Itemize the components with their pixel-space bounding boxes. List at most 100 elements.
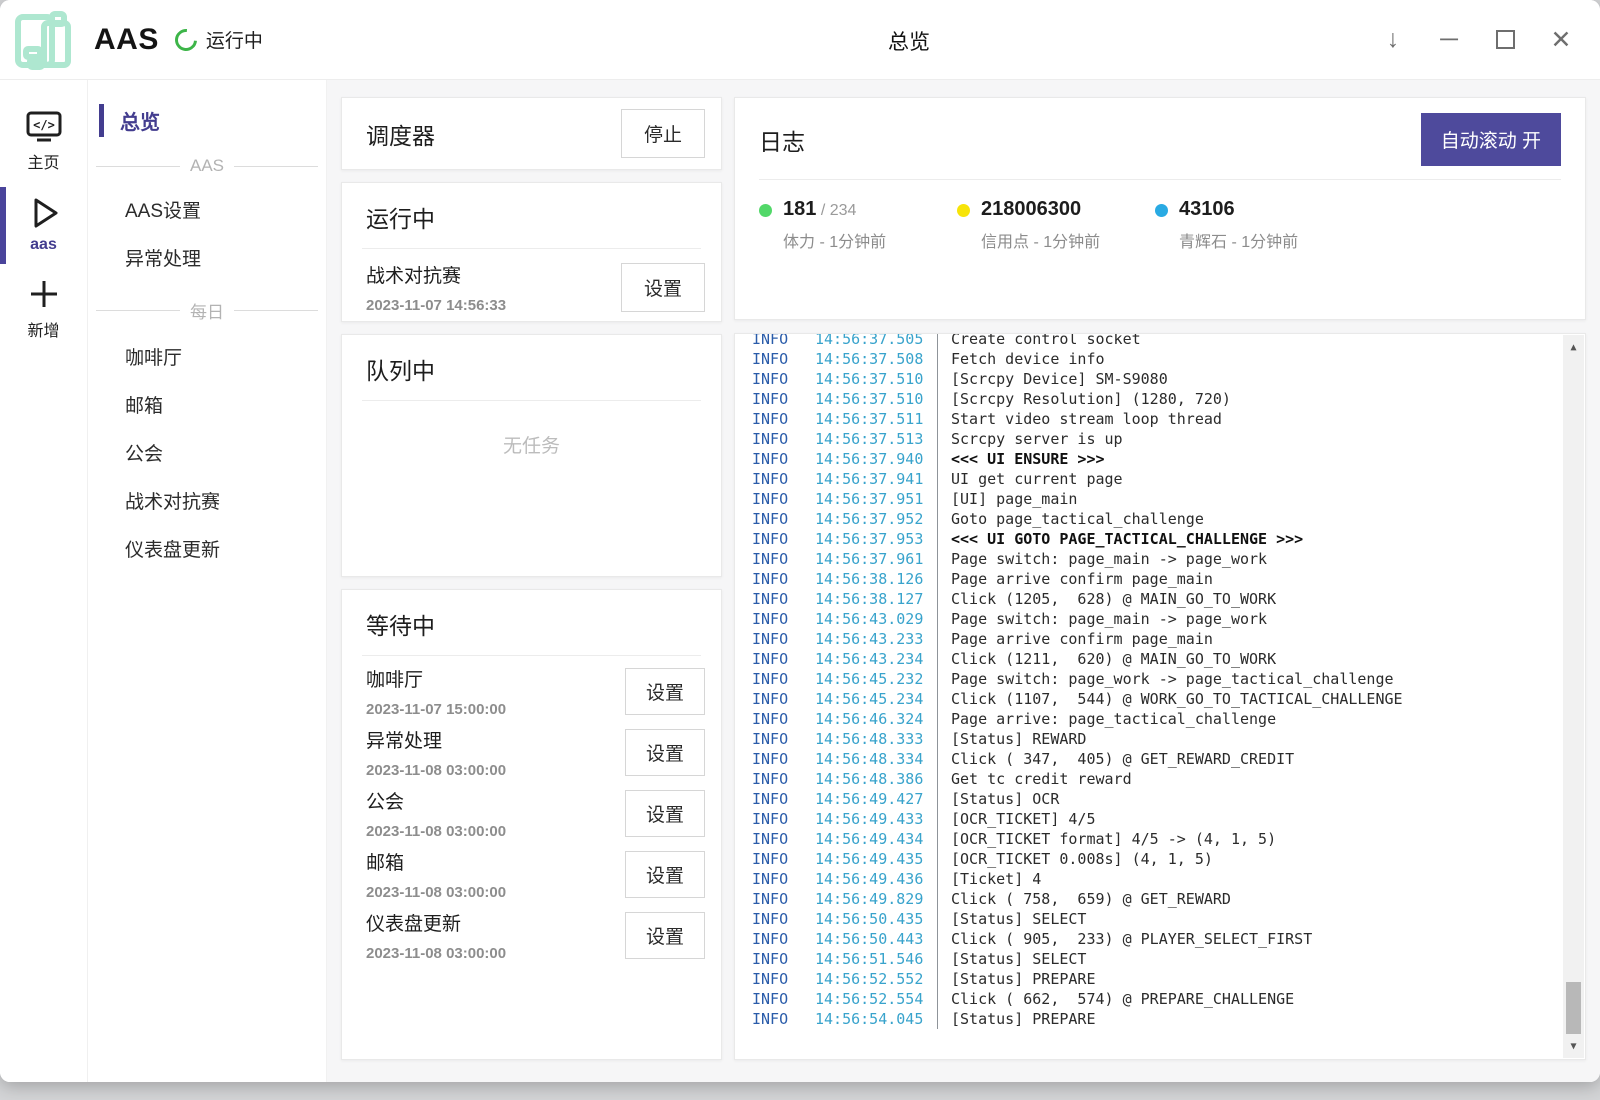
settings-button[interactable]: 设置	[625, 668, 705, 715]
log-time: 14:56:45.232	[815, 669, 937, 689]
waiting-task-name: 仪表盘更新	[366, 909, 506, 936]
log-line: INFO 14:56:37.953 <<< UI GOTO PAGE_TACTI…	[735, 529, 1562, 549]
log-message: [UI] page_main	[937, 489, 1562, 509]
log-level: INFO	[735, 709, 815, 729]
log-time: 14:56:48.386	[815, 769, 937, 789]
log-message: Fetch device info	[937, 349, 1562, 369]
autoscroll-toggle-button[interactable]: 自动滚动 开	[1421, 113, 1561, 166]
log-message: Page switch: page_main -> page_work	[937, 549, 1562, 569]
page-title: 总览	[888, 26, 930, 56]
waiting-title: 等待中	[342, 607, 721, 655]
log-time: 14:56:37.940	[815, 449, 937, 469]
download-update-icon[interactable]: ↓	[1380, 27, 1406, 53]
run-status-text: 运行中	[206, 26, 263, 53]
log-level: INFO	[735, 869, 815, 889]
log-level: INFO	[735, 549, 815, 569]
log-message: UI get current page	[937, 469, 1562, 489]
settings-button[interactable]: 设置	[625, 729, 705, 776]
log-level: INFO	[735, 969, 815, 989]
log-level: INFO	[735, 909, 815, 929]
sidebar-item[interactable]: 战术对抗赛	[88, 477, 326, 524]
log-line: INFO 14:56:43.234 Click (1211, 620) @ MA…	[735, 649, 1562, 669]
sidebar-item[interactable]: 邮箱	[88, 381, 326, 428]
log-level: INFO	[735, 349, 815, 369]
minimize-icon[interactable]: ─	[1436, 27, 1462, 53]
log-level: INFO	[735, 749, 815, 769]
log-message: [Ticket] 4	[937, 869, 1562, 889]
stat-label: 青辉石 - 1分钟前	[1179, 228, 1298, 252]
log-time: 14:56:43.029	[815, 609, 937, 629]
code-monitor-icon: </>	[24, 110, 64, 144]
log-message: Scrcpy server is up	[937, 429, 1562, 449]
sidebar-item[interactable]: 公会	[88, 429, 326, 476]
log-level: INFO	[735, 929, 815, 949]
log-time: 14:56:49.436	[815, 869, 937, 889]
sidebar-item[interactable]: 仪表盘更新	[88, 525, 326, 572]
log-line: INFO 14:56:43.029 Page switch: page_main…	[735, 609, 1562, 629]
plus-icon	[26, 276, 62, 312]
log-level: INFO	[735, 509, 815, 529]
scrollbar-thumb[interactable]	[1566, 982, 1581, 1034]
log-message: Click (1211, 620) @ MAIN_GO_TO_WORK	[937, 649, 1562, 669]
nav-label-home: 主页	[27, 149, 59, 173]
log-level: INFO	[735, 989, 815, 1009]
settings-button[interactable]: 设置	[625, 790, 705, 837]
waiting-task-time: 2023-11-08 03:00:00	[366, 762, 506, 779]
log-time: 14:56:37.952	[815, 509, 937, 529]
log-message: Click ( 662, 574) @ PREPARE_CHALLENGE	[937, 989, 1562, 1009]
log-time: 14:56:37.951	[815, 489, 937, 509]
log-level: INFO	[735, 809, 815, 829]
sidebar-item[interactable]: 异常处理	[88, 234, 326, 281]
log-message: Page arrive: page_tactical_challenge	[937, 709, 1562, 729]
settings-button[interactable]: 设置	[621, 263, 705, 312]
nav-item-add[interactable]: 新增	[0, 266, 87, 353]
settings-button[interactable]: 设置	[625, 912, 705, 959]
stop-button[interactable]: 停止	[621, 109, 705, 158]
log-message: Click ( 758, 659) @ GET_REWARD	[937, 889, 1562, 909]
running-task-time: 2023-11-07 14:56:33	[366, 297, 506, 314]
log-lines: INFO 14:56:37.505 Create control socket …	[735, 333, 1562, 1029]
close-icon[interactable]: ✕	[1548, 27, 1574, 53]
settings-button[interactable]: 设置	[625, 851, 705, 898]
log-message: Page switch: page_work -> page_tactical_…	[937, 669, 1562, 689]
running-task-row: 战术对抗赛 2023-11-07 14:56:33 设置	[342, 249, 721, 314]
log-time: 14:56:49.435	[815, 849, 937, 869]
log-message: <<< UI ENSURE >>>	[937, 449, 1562, 469]
log-line: INFO 14:56:37.510 [Scrcpy Device] SM-S90…	[735, 369, 1562, 389]
sidebar-item[interactable]: AAS设置	[88, 186, 326, 233]
queue-empty-text: 无任务	[342, 401, 721, 458]
scheduler-title: 调度器	[366, 117, 435, 151]
maximize-icon[interactable]	[1492, 27, 1518, 53]
nav-item-home[interactable]: </> 主页	[0, 100, 87, 185]
sidebar-item-overview[interactable]: 总览	[88, 102, 326, 139]
window-controls: ↓ ─ ✕	[1380, 27, 1574, 53]
log-line: INFO 14:56:45.234 Click (1107, 544) @ WO…	[735, 689, 1562, 709]
log-line: INFO 14:56:37.511 Start video stream loo…	[735, 409, 1562, 429]
app-window: AAS 运行中 总览 ↓ ─ ✕ </> 主页	[0, 0, 1600, 1082]
log-time: 14:56:43.234	[815, 649, 937, 669]
log-time: 14:56:51.546	[815, 949, 937, 969]
waiting-task-time: 2023-11-08 03:00:00	[366, 884, 506, 901]
scroll-up-icon[interactable]: ▲	[1563, 337, 1584, 357]
log-message: [Status] OCR	[937, 789, 1562, 809]
log-line: INFO 14:56:50.435 [Status] SELECT	[735, 909, 1562, 929]
log-time: 14:56:37.513	[815, 429, 937, 449]
waiting-task-row: 异常处理 2023-11-08 03:00:00 设置	[342, 722, 721, 783]
log-message: <<< UI GOTO PAGE_TACTICAL_CHALLENGE >>>	[937, 529, 1562, 549]
log-level: INFO	[735, 1009, 815, 1029]
scroll-down-icon[interactable]: ▼	[1563, 1036, 1584, 1056]
sidebar-item[interactable]: 咖啡厅	[88, 333, 326, 380]
running-title: 运行中	[342, 200, 721, 248]
log-line: INFO 14:56:49.427 [Status] OCR	[735, 789, 1562, 809]
log-line: INFO 14:56:49.829 Click ( 758, 659) @ GE…	[735, 889, 1562, 909]
log-scrollbar[interactable]: ▲ ▼	[1563, 335, 1584, 1058]
log-line: INFO 14:56:37.951 [UI] page_main	[735, 489, 1562, 509]
stat-dot-icon	[759, 204, 772, 217]
log-level: INFO	[735, 769, 815, 789]
log-message: [OCR_TICKET 0.008s] (4, 1, 5)	[937, 849, 1562, 869]
log-time: 14:56:37.510	[815, 389, 937, 409]
nav-item-aas[interactable]: aas	[0, 185, 87, 266]
log-level: INFO	[735, 689, 815, 709]
log-line: INFO 14:56:48.334 Click ( 347, 405) @ GE…	[735, 749, 1562, 769]
nav-label-aas: aas	[30, 236, 57, 254]
